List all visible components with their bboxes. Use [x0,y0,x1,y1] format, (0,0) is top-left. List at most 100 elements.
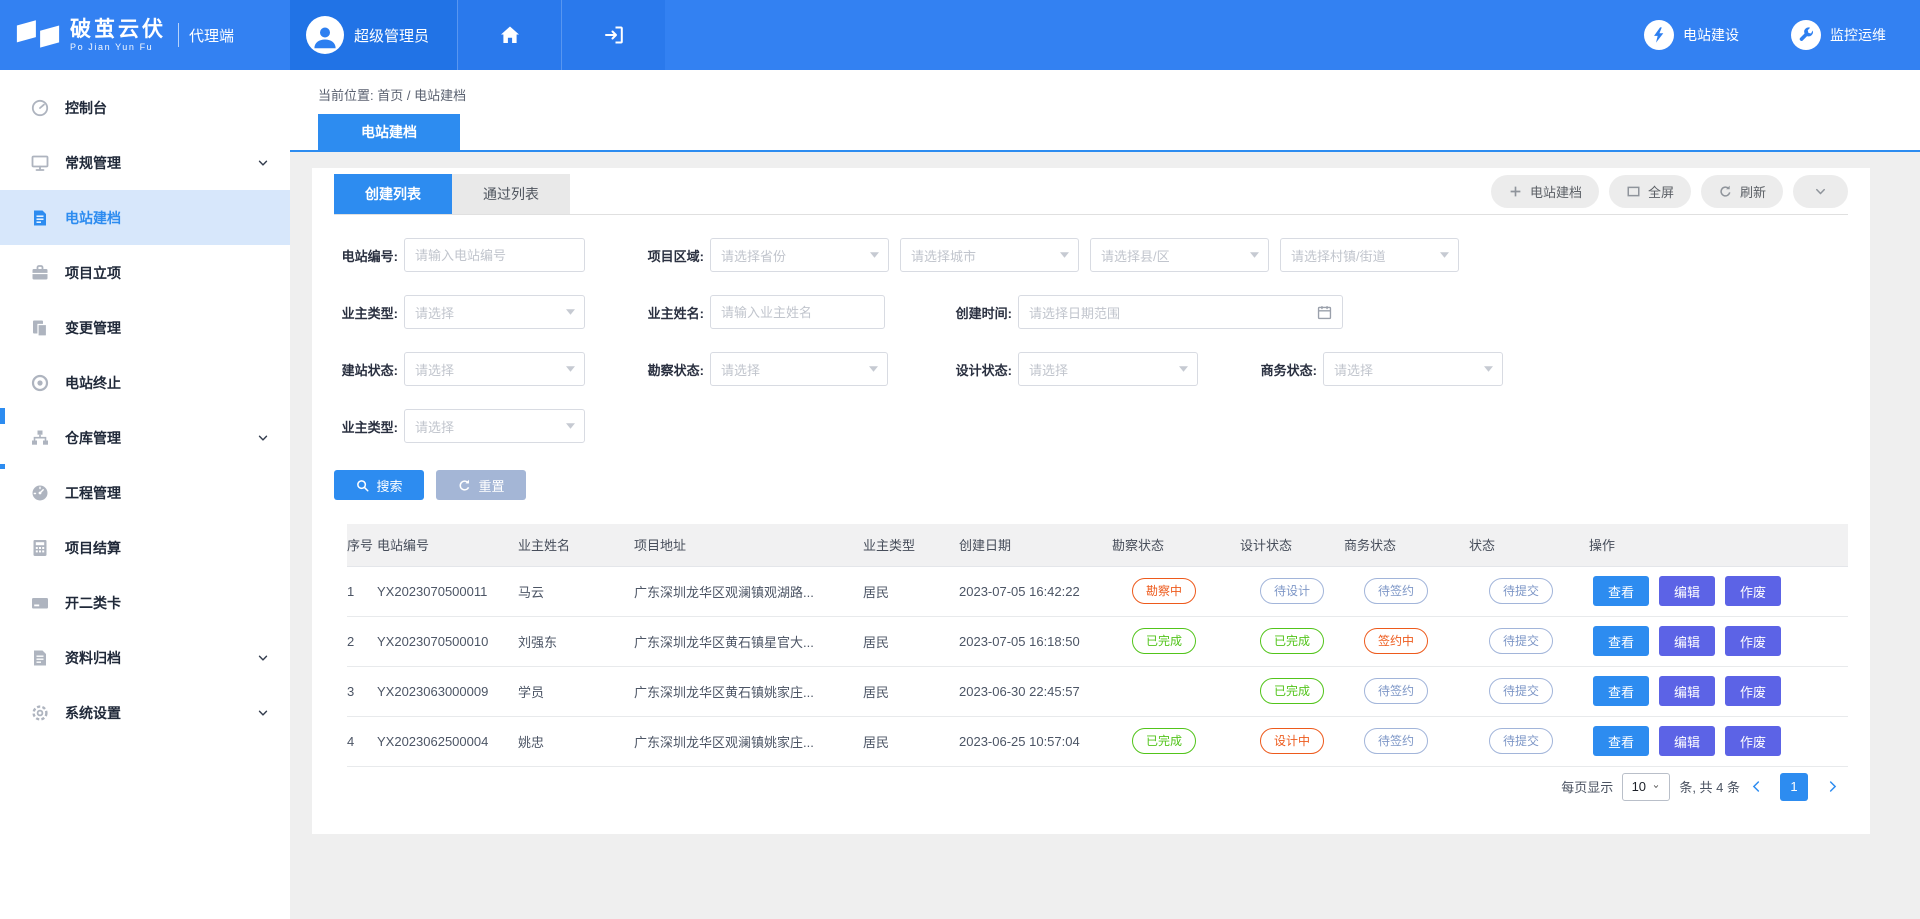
region-province-select[interactable]: 请选择省份 [710,238,889,272]
sitemap-icon [30,428,50,448]
void-button[interactable]: 作废 [1725,626,1781,656]
status-badge: 待签约 [1364,578,1428,604]
topnav-label: 电站建设 [1683,25,1739,45]
status-badge: 待提交 [1489,628,1553,654]
view-button[interactable]: 查看 [1593,576,1649,606]
edit-button[interactable]: 编辑 [1659,626,1715,656]
sidebar-item-card[interactable]: 开二类卡 [0,575,290,630]
logout-icon [602,23,626,47]
status-badge: 待提交 [1489,728,1553,754]
search-icon [355,478,370,493]
prev-page-button[interactable] [1746,777,1766,797]
cell-owner: 学员 [518,666,634,716]
sidebar-item-settlement[interactable]: 项目结算 [0,520,290,575]
sidebar-item-label: 系统设置 [65,703,121,723]
column-header: 创建日期 [959,524,1112,566]
owner-type-select[interactable]: 请选择 [404,295,585,329]
breadcrumb: 当前位置: 首页 / 电站建档 [290,70,1920,104]
reset-button[interactable]: 重置 [436,470,526,500]
owner-type2-select[interactable]: 请选择 [404,409,585,443]
dashboard-icon [30,483,50,503]
current-page-button[interactable]: 1 [1780,773,1808,801]
sidebar-item-console[interactable]: 控制台 [0,80,290,135]
column-header: 操作 [1589,524,1848,566]
sidebar-item-change[interactable]: 变更管理 [0,300,290,355]
void-button[interactable]: 作废 [1725,576,1781,606]
breadcrumb-home[interactable]: 首页 [377,88,403,103]
project-region-label: 项目区域: [640,246,704,265]
region-city-select[interactable]: 请选择城市 [900,238,1079,272]
user-name: 超级管理员 [354,25,429,46]
sidebar-scrollbar[interactable] [0,408,5,424]
survey-status-select[interactable]: 请选择 [710,352,888,386]
sidebar-item-project[interactable]: 项目立项 [0,245,290,300]
status-badge: 已完成 [1260,678,1324,704]
station-code-input[interactable] [404,238,585,272]
view-button[interactable]: 查看 [1593,676,1649,706]
sidebar-item-settings[interactable]: 系统设置 [0,685,290,740]
cell-actions: 查看编辑作废 [1589,566,1848,616]
region-town-select[interactable]: 请选择村镇/街道 [1280,238,1459,272]
search-button[interactable]: 搜索 [334,470,424,500]
edit-button[interactable]: 编辑 [1659,676,1715,706]
edit-button[interactable]: 编辑 [1659,726,1715,756]
sidebar-item-archive[interactable]: 电站建档 [0,190,290,245]
build-status-select[interactable]: 请选择 [404,352,585,386]
brand-subtitle: Po Jian Yun Fu [70,42,166,52]
topnav-station-build[interactable]: 电站建设 [1644,20,1739,50]
column-header: 设计状态 [1240,524,1344,566]
sidebar-scrollbar-dot [0,464,5,469]
tab-create-list[interactable]: 创建列表 [334,174,452,214]
edit-button[interactable]: 编辑 [1659,576,1715,606]
sidebar-item-general[interactable]: 常规管理 [0,135,290,190]
region-county-select[interactable]: 请选择县/区 [1090,238,1269,272]
void-button[interactable]: 作废 [1725,726,1781,756]
sidebar-item-warehouse[interactable]: 仓库管理 [0,410,290,465]
design-status-select[interactable]: 请选择 [1018,352,1198,386]
user-menu[interactable]: 超级管理员 [290,0,457,70]
fullscreen-button[interactable]: 全屏 [1609,175,1691,208]
reset-icon [457,478,472,493]
view-button[interactable]: 查看 [1593,726,1649,756]
next-page-button[interactable] [1822,777,1842,797]
user-icon [310,22,340,52]
card-toolbar: 电站建档全屏刷新 [1481,175,1848,208]
business-status-select[interactable]: 请选择 [1323,352,1503,386]
status-badge: 已完成 [1132,728,1196,754]
per-page-select[interactable]: 10 [1622,773,1670,801]
topnav-monitor-ops[interactable]: 监控运维 [1791,20,1886,50]
chevron-down-icon [256,431,270,445]
status-badge: 待设计 [1260,578,1324,604]
filter-survey-status: 勘察状态: 请选择 [640,352,888,386]
logout-button[interactable] [561,0,665,70]
station-code-label: 电站编号: [334,246,398,265]
refresh-button[interactable]: 刷新 [1701,175,1783,208]
list-card: 创建列表 通过列表 电站建档全屏刷新 电站编号: 项目区域: 请选择省份请选择城… [312,168,1870,834]
cell-created: 2023-06-30 22:45:57 [959,666,1112,716]
caret-down-icon [1440,252,1449,258]
status-badge: 签约中 [1364,628,1428,654]
sidebar-item-label: 开二类卡 [65,593,121,613]
sidebar-item-label: 电站终止 [65,373,121,393]
content-header: 当前位置: 首页 / 电站建档 电站建档 [290,70,1920,150]
sidebar-item-files[interactable]: 资料归档 [0,630,290,685]
tab-passed-list[interactable]: 通过列表 [452,174,570,214]
owner-type-label: 业主类型: [334,303,398,322]
void-button[interactable]: 作废 [1725,676,1781,706]
sidebar-item-terminate[interactable]: 电站终止 [0,355,290,410]
page-tab-station-archive[interactable]: 电站建档 [318,114,460,150]
owner-name-input[interactable] [710,295,885,329]
status-badge: 待提交 [1489,578,1553,604]
table-row: 1YX2023070500011马云广东深圳龙华区观澜镇观湖路...居民2023… [347,566,1848,616]
topnav-label: 监控运维 [1830,25,1886,45]
view-button[interactable]: 查看 [1593,626,1649,656]
sidebar-item-engineering[interactable]: 工程管理 [0,465,290,520]
more-button[interactable] [1793,175,1848,208]
column-header: 项目地址 [634,524,863,566]
caret-down-icon [1250,252,1259,258]
status-badge: 待提交 [1489,678,1553,704]
add-station-button[interactable]: 电站建档 [1491,175,1599,208]
home-button[interactable] [457,0,561,70]
topbar-right-nav: 电站建设 监控运维 [1644,0,1920,70]
create-time-input[interactable]: 请选择日期范围 [1018,295,1343,329]
